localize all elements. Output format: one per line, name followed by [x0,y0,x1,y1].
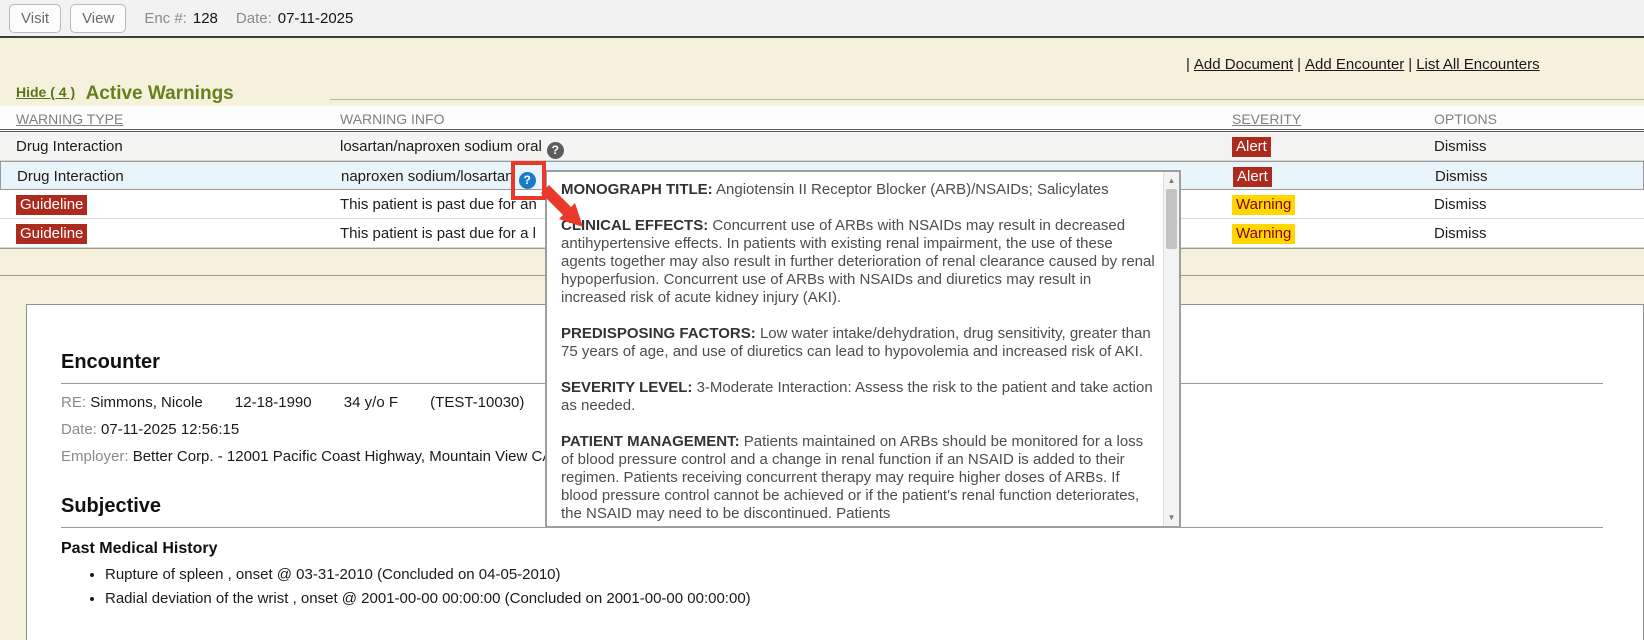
view-button[interactable]: View [70,4,126,33]
date-label: Date: [61,421,97,438]
active-warnings-title: Active Warnings [86,83,234,104]
sort-warning-type-link[interactable]: WARNING TYPE [16,111,123,127]
guideline-badge: Guideline [16,195,87,215]
employer-label: Employer: [61,448,129,465]
enc-number-label: Enc #: [144,10,187,27]
ehr-encounter-screen: Visit View Enc #: 128 Date: 07-11-2025 |… [0,0,1644,640]
scroll-down-icon[interactable]: ▼ [1164,510,1179,525]
employer-value: Better Corp. - 12001 Pacific Coast Highw… [133,448,553,465]
visit-button[interactable]: Visit [9,4,61,33]
nav-separator: | [1186,56,1190,73]
column-options: OPTIONS [1434,106,1497,132]
warnings-table-header-row: WARNING TYPE WARNING INFO SEVERITY OPTIO… [0,106,1644,132]
past-medical-history-title: Past Medical History [61,540,1603,558]
clinical-effects-paragraph: CLINICAL EFFECTS: Concurrent use of ARBs… [561,217,1157,307]
header-divider [330,99,1644,100]
dismiss-button[interactable]: Dismiss [1434,196,1487,213]
severity-badge-alert: Alert [1233,167,1272,187]
scrollbar-thumb[interactable] [1166,189,1177,249]
add-document-link[interactable]: Add Document [1194,56,1293,73]
warning-type: Drug Interaction [17,162,124,191]
monograph-popup: MONOGRAPH TITLE: Angiotensin II Receptor… [545,170,1181,528]
enc-number-value: 128 [193,10,218,27]
list-item: Rupture of spleen , onset @ 03-31-2010 (… [105,566,1603,583]
column-warning-info: WARNING INFO [340,106,444,132]
warning-info: losartan/naproxen sodium oral [340,138,542,155]
sort-severity-link[interactable]: SEVERITY [1232,111,1301,127]
severity-badge-warning: Warning [1232,224,1295,244]
active-warnings-header: Hide ( 4 ) Active Warnings [16,83,234,105]
annotation-arrow-icon [537,181,585,229]
scroll-up-icon[interactable]: ▲ [1164,173,1179,188]
top-toolbar: Visit View Enc #: 128 Date: 07-11-2025 [0,0,1644,38]
patient-name: Simmons, Nicole [90,394,203,411]
enc-date-value: 07-11-2025 [278,10,354,27]
warning-info: This patient is past due for a l [340,219,536,248]
monograph-popup-body: MONOGRAPH TITLE: Angiotensin II Receptor… [547,172,1163,526]
warning-type: Drug Interaction [16,132,123,161]
hide-warnings-link[interactable]: Hide ( 4 ) [16,84,75,100]
predisposing-factors-paragraph: PREDISPOSING FACTORS: Low water intake/d… [561,325,1157,361]
past-medical-history-list: Rupture of spleen , onset @ 03-31-2010 (… [105,566,1603,607]
severity-badge-warning: Warning [1232,195,1295,215]
re-label: RE: [61,394,86,411]
severity-level-paragraph: SEVERITY LEVEL: 3-Moderate Interaction: … [561,379,1157,415]
table-row-drug-interaction-1: Drug Interaction losartan/naproxen sodiu… [0,132,1644,161]
nav-separator: | [1408,56,1412,73]
enc-date-label: Date: [236,10,272,27]
dismiss-button[interactable]: Dismiss [1434,225,1487,242]
warning-info: naproxen sodium/losartan [341,168,514,185]
warning-info: This patient is past due for an [340,190,537,219]
severity-badge-alert: Alert [1232,137,1271,157]
add-encounter-link[interactable]: Add Encounter [1305,56,1404,73]
monograph-title-paragraph: MONOGRAPH TITLE: Angiotensin II Receptor… [561,181,1157,199]
guideline-badge: Guideline [16,224,87,244]
patient-id: (TEST-10030) [430,394,524,411]
list-all-encounters-link[interactable]: List All Encounters [1416,56,1539,73]
patient-age-sex: 34 y/o F [344,394,398,411]
encounter-actions-nav: |Add Document|Add Encounter|List All Enc… [1186,56,1544,73]
popup-scrollbar[interactable]: ▲ ▼ [1163,172,1179,526]
nav-separator: | [1297,56,1301,73]
patient-dob: 12-18-1990 [235,394,312,411]
monograph-help-icon[interactable]: ? [547,142,564,159]
patient-management-paragraph: PATIENT MANAGEMENT: Patients maintained … [561,433,1157,523]
dismiss-button[interactable]: Dismiss [1434,138,1487,155]
dismiss-button[interactable]: Dismiss [1435,168,1488,185]
encounter-datetime: 07-11-2025 12:56:15 [101,421,239,438]
list-item: Radial deviation of the wrist , onset @ … [105,590,1603,607]
